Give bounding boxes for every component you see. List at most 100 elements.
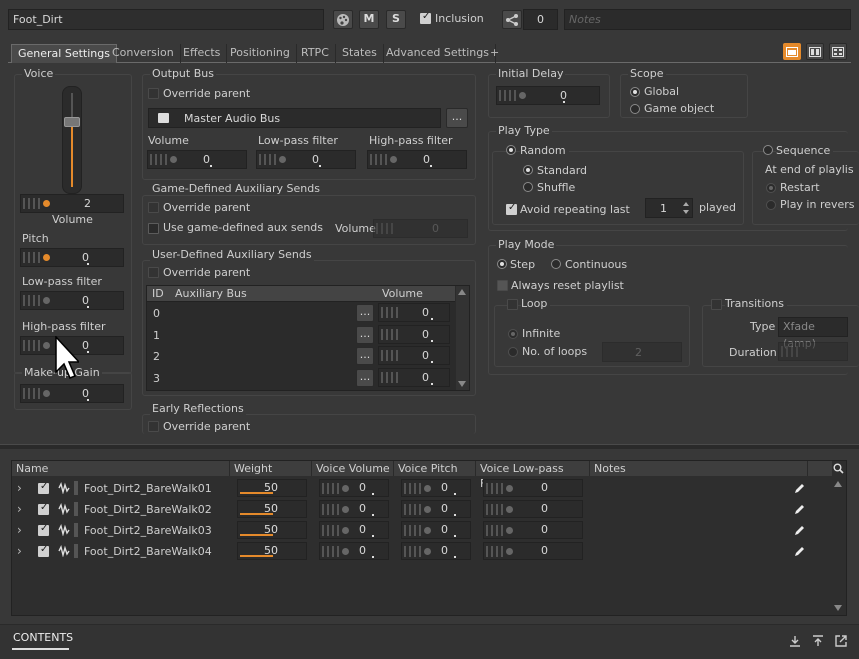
avoid-repeating-stepper[interactable]: 1: [645, 198, 693, 218]
stepper-up-icon[interactable]: [683, 202, 689, 206]
user-aux-volume-slider[interactable]: 0: [378, 303, 450, 322]
initial-delay-slider[interactable]: 0: [496, 86, 600, 105]
output-bus-override-checkbox[interactable]: [148, 88, 159, 99]
early-reflections-override-checkbox[interactable]: [148, 421, 159, 432]
makeup-gain-slider[interactable]: 0: [20, 384, 124, 403]
pencil-icon[interactable]: [793, 482, 806, 495]
include-checkbox[interactable]: [38, 481, 49, 494]
notes-field[interactable]: Notes: [564, 9, 851, 30]
scope-game-object-radio[interactable]: [630, 104, 640, 114]
search-button[interactable]: [832, 461, 845, 476]
user-aux-browse-button[interactable]: ...: [356, 326, 374, 344]
volume-fader-handle[interactable]: [64, 117, 80, 127]
voice-pitch-cell[interactable]: 0: [401, 521, 471, 539]
weight-slider[interactable]: 50: [237, 542, 307, 560]
volume-fader[interactable]: [62, 86, 82, 194]
voice-lpf-cell[interactable]: 0: [483, 479, 583, 497]
row-color-swatch[interactable]: [74, 523, 78, 537]
tab-positioning[interactable]: Positioning: [224, 44, 297, 63]
random-radio[interactable]: [506, 145, 516, 155]
layout-single-button[interactable]: [783, 43, 801, 60]
tab-conversion[interactable]: Conversion: [106, 44, 181, 63]
tab-states[interactable]: States: [336, 44, 384, 63]
scroll-up-icon[interactable]: [834, 481, 842, 487]
solo-button[interactable]: S: [386, 10, 406, 29]
stepper-down-icon[interactable]: [683, 210, 689, 214]
voice-pitch-cell[interactable]: 0: [401, 500, 471, 518]
tab-effects[interactable]: Effects: [177, 44, 228, 63]
scope-global-radio[interactable]: [630, 87, 640, 97]
user-aux-browse-button[interactable]: ...: [356, 369, 374, 387]
sequence-radio[interactable]: [763, 145, 773, 155]
user-aux-volume-slider[interactable]: 0: [378, 325, 450, 344]
inclusion-checkbox[interactable]: [420, 11, 431, 24]
voice-volume-cell[interactable]: 0: [319, 479, 389, 497]
chevron-right-icon[interactable]: ›: [17, 523, 22, 537]
tab-add[interactable]: +: [484, 44, 505, 63]
popout-icon[interactable]: [835, 635, 847, 647]
list-item[interactable]: › Foot_Dirt2_BareWalk01 50 0 0 0: [12, 478, 822, 499]
pencil-icon[interactable]: [793, 545, 806, 558]
shuffle-radio[interactable]: [523, 182, 533, 192]
user-aux-volume-slider[interactable]: 0: [378, 368, 450, 387]
include-checkbox[interactable]: [38, 523, 49, 536]
tab-rtpc[interactable]: RTPC: [295, 44, 336, 63]
chevron-right-icon[interactable]: ›: [17, 481, 22, 495]
tab-advanced-settings[interactable]: Advanced Settings: [380, 44, 496, 63]
game-aux-override-checkbox[interactable]: [148, 202, 159, 213]
weight-slider[interactable]: 50: [237, 500, 307, 518]
weight-slider[interactable]: 50: [237, 479, 307, 497]
voice-lpf-cell[interactable]: 0: [483, 521, 583, 539]
user-aux-browse-button[interactable]: ...: [356, 304, 374, 322]
layout-grid-button[interactable]: [829, 43, 847, 60]
voice-pitch-cell[interactable]: 0: [401, 542, 471, 560]
tab-contents[interactable]: CONTENTS: [13, 631, 73, 644]
continuous-radio[interactable]: [551, 259, 561, 269]
mute-button[interactable]: M: [359, 10, 379, 29]
output-bus-field[interactable]: Master Audio Bus: [148, 108, 441, 128]
voice-volume-cell[interactable]: 0: [319, 542, 389, 560]
pencil-icon[interactable]: [793, 503, 806, 516]
upload-icon[interactable]: [812, 635, 824, 647]
standard-radio[interactable]: [523, 165, 533, 175]
voice-lpf-cell[interactable]: 0: [483, 500, 583, 518]
row-color-swatch[interactable]: [74, 481, 78, 495]
panel-splitter[interactable]: [0, 444, 859, 449]
palette-button[interactable]: [333, 10, 353, 29]
avoid-repeating-checkbox[interactable]: [506, 202, 517, 215]
voice-volume-cell[interactable]: 0: [319, 500, 389, 518]
row-color-swatch[interactable]: [74, 544, 78, 558]
scroll-down-icon[interactable]: [458, 381, 466, 387]
include-checkbox[interactable]: [38, 544, 49, 557]
voice-volume-cell[interactable]: 0: [319, 521, 389, 539]
layout-split-button[interactable]: [806, 43, 824, 60]
output-hpf-slider[interactable]: 0: [367, 150, 467, 169]
user-aux-scrollbar[interactable]: [456, 286, 469, 390]
weight-slider[interactable]: 50: [237, 521, 307, 539]
scroll-down-icon[interactable]: [834, 605, 842, 611]
tab-general-settings[interactable]: General Settings: [11, 44, 117, 63]
output-bus-browse-button[interactable]: ...: [446, 108, 468, 128]
voice-volume-slider[interactable]: 2: [20, 194, 124, 213]
user-aux-browse-button[interactable]: ...: [356, 347, 374, 365]
output-lpf-slider[interactable]: 0: [256, 150, 356, 169]
voice-lpf-cell[interactable]: 0: [483, 542, 583, 560]
user-aux-override-checkbox[interactable]: [148, 267, 159, 278]
list-item[interactable]: › Foot_Dirt2_BareWalk02 50 0 0 0: [12, 499, 822, 520]
chevron-right-icon[interactable]: ›: [17, 544, 22, 558]
pitch-slider[interactable]: 0: [20, 248, 124, 267]
pencil-icon[interactable]: [793, 524, 806, 537]
scroll-up-icon[interactable]: [458, 289, 466, 295]
list-item[interactable]: › Foot_Dirt2_BareWalk03 50 0 0 0: [12, 520, 822, 541]
step-radio[interactable]: [497, 259, 507, 269]
voice-pitch-cell[interactable]: 0: [401, 479, 471, 497]
include-checkbox[interactable]: [38, 502, 49, 515]
chevron-right-icon[interactable]: ›: [17, 502, 22, 516]
list-scrollbar[interactable]: [832, 477, 845, 614]
share-button[interactable]: [502, 10, 522, 29]
user-aux-volume-slider[interactable]: 0: [378, 346, 450, 365]
list-item[interactable]: › Foot_Dirt2_BareWalk04 50 0 0 0: [12, 541, 822, 562]
object-name-field[interactable]: Foot_Dirt: [8, 9, 324, 30]
output-volume-slider[interactable]: 0: [147, 150, 247, 169]
download-icon[interactable]: [789, 635, 801, 647]
